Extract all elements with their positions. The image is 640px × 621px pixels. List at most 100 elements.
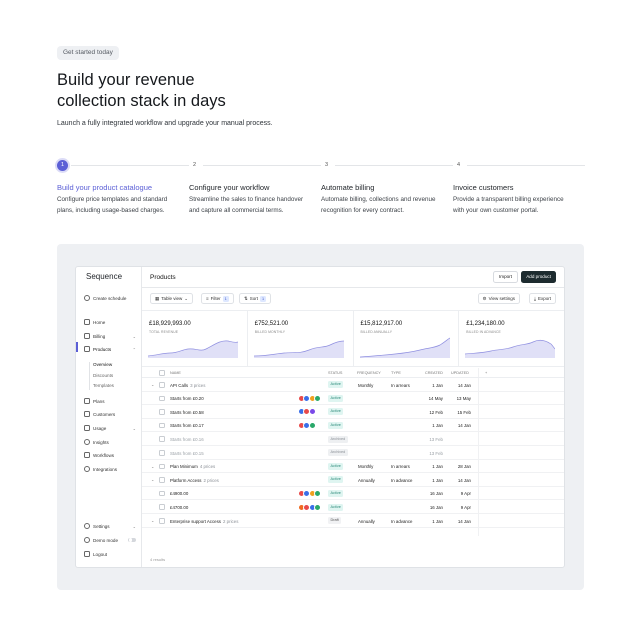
row-checkbox[interactable] bbox=[159, 463, 165, 470]
card-label: TOTAL REVENUE bbox=[149, 330, 179, 334]
select-all-checkbox[interactable] bbox=[159, 370, 165, 376]
table-row[interactable]: Starts from £0.15 Archived 13 Feb bbox=[142, 446, 564, 460]
column-header-status[interactable]: STATUS bbox=[328, 371, 342, 375]
sidebar-item-integrations[interactable]: Integrations bbox=[84, 466, 136, 472]
updated-cell: 14 Jan bbox=[457, 423, 471, 429]
table-row[interactable]: Starts from £0.20 Active 14 May 13 May bbox=[142, 392, 564, 406]
sidebar-item-insights[interactable]: Insights bbox=[84, 439, 136, 445]
sidebar-item-settings[interactable]: Settings ⌄ bbox=[84, 523, 136, 529]
export-button[interactable]: ⤓ Export bbox=[528, 293, 556, 304]
updated-cell: 13 May bbox=[456, 396, 471, 402]
sidebar-subitem-overview[interactable]: Overview bbox=[93, 362, 112, 367]
sidebar-item-plans[interactable]: Plans bbox=[84, 398, 136, 404]
filter-button[interactable]: ≡ Filter 1 bbox=[201, 293, 234, 304]
row-checkbox[interactable] bbox=[159, 436, 165, 442]
sidebar-item-workflows[interactable]: Workflows bbox=[84, 452, 136, 458]
product-name: Enterprise support Access 2 prices bbox=[170, 518, 239, 524]
product-name: Starts from £0.16 bbox=[170, 436, 204, 442]
expand-chevron-icon[interactable]: ⌄ bbox=[151, 382, 154, 387]
row-checkbox[interactable] bbox=[159, 422, 165, 429]
demo-mode-toggle-row[interactable]: Demo mode bbox=[84, 537, 136, 543]
sidebar-item-usage[interactable]: Usage ⌄ bbox=[84, 425, 136, 431]
table-row[interactable]: ⌄ API Calls 3 prices Active Monthly In arrear… bbox=[142, 378, 564, 392]
gear-icon: ⚙ bbox=[482, 296, 487, 301]
expand-chevron-icon[interactable]: ⌄ bbox=[151, 464, 154, 469]
hero-subtitle: Launch a fully integrated workflow and u… bbox=[57, 120, 273, 127]
sidebar-item-home[interactable]: Home bbox=[84, 319, 136, 325]
add-column-button[interactable]: + bbox=[485, 371, 487, 375]
row-checkbox[interactable] bbox=[159, 477, 165, 483]
table-row[interactable]: £4900.00 Active 16 Jan 9 Apr bbox=[142, 487, 564, 501]
expand-chevron-icon[interactable]: ⌄ bbox=[151, 477, 154, 482]
add-product-button[interactable]: Add product bbox=[521, 271, 556, 283]
import-button[interactable]: Import bbox=[492, 271, 518, 283]
updated-cell: 14 Jan bbox=[457, 382, 471, 388]
table-row[interactable]: ⌄ Plan Minimum 4 prices Active Monthly In arr… bbox=[142, 460, 564, 474]
submenu-line bbox=[89, 362, 90, 390]
column-header-created[interactable]: CREATED bbox=[425, 371, 443, 375]
sidebar-item-logout[interactable]: Logout bbox=[84, 551, 136, 557]
filter-label: Filter bbox=[210, 296, 221, 301]
chevron-down-icon: ⌄ bbox=[132, 333, 136, 339]
table-row[interactable]: Starts from £0.58 Active 12 Feb 15 Feb bbox=[142, 405, 564, 419]
status-badge: Active bbox=[328, 489, 344, 497]
results-count: 4 results bbox=[150, 557, 166, 562]
table-row[interactable]: Starts from £0.16 Archived 13 Feb bbox=[142, 432, 564, 446]
row-checkbox[interactable] bbox=[159, 490, 165, 497]
created-cell: 1 Jan bbox=[432, 477, 443, 483]
row-checkbox[interactable] bbox=[159, 518, 165, 524]
top-bar: Products Import Add product bbox=[142, 267, 564, 288]
table-icon: ▦ bbox=[155, 296, 160, 301]
customers-icon bbox=[84, 411, 90, 417]
row-checkbox[interactable] bbox=[159, 382, 165, 388]
column-header-frequency[interactable]: FREQUENCY bbox=[357, 371, 381, 375]
integration-logo-icon bbox=[308, 421, 316, 429]
table-view-button[interactable]: ▦ Table view ⌄ bbox=[150, 293, 194, 304]
view-settings-button[interactable]: ⚙ View settings bbox=[477, 293, 520, 304]
table-row[interactable]: Starts from £0.17 Active 1 Jan 14 Jan bbox=[142, 419, 564, 433]
updated-cell: 14 Jan bbox=[457, 518, 471, 524]
page-title: Products bbox=[150, 274, 176, 281]
sidebar-item-label: Logout bbox=[93, 551, 108, 557]
create-schedule-button[interactable]: Create schedule bbox=[84, 295, 126, 301]
table-row[interactable]: £4700.00 Active 16 Jan 9 Apr bbox=[142, 500, 564, 514]
column-header-updated[interactable]: UPDATED bbox=[451, 371, 469, 375]
card-label: BILLED ANNUALLY bbox=[360, 330, 393, 334]
row-checkbox[interactable] bbox=[159, 395, 165, 402]
column-header-type[interactable]: TYPE bbox=[391, 371, 401, 375]
expand-chevron-icon[interactable]: ⌄ bbox=[151, 518, 154, 523]
row-checkbox[interactable] bbox=[159, 450, 165, 456]
frequency-cell: Annually bbox=[358, 518, 375, 524]
chevron-down-icon: ⌄ bbox=[132, 425, 136, 431]
sidebar-item-customers[interactable]: Customers bbox=[84, 411, 136, 417]
sidebar-item-products[interactable]: Products ⌃ bbox=[84, 346, 136, 352]
sparkline-chart bbox=[465, 339, 556, 358]
product-name: Starts from £0.15 bbox=[170, 450, 204, 456]
sidebar-subitem-templates[interactable]: Templates bbox=[93, 383, 114, 388]
product-name: Starts from £0.20 bbox=[170, 396, 204, 402]
demo-mode-toggle[interactable] bbox=[128, 537, 136, 543]
hero-title: Build your revenue collection stack in d… bbox=[57, 71, 226, 110]
app-logo: Sequence bbox=[86, 272, 123, 281]
sidebar-subitem-discounts[interactable]: Discounts bbox=[93, 373, 113, 378]
step-description: Configure price templates and standard p… bbox=[57, 196, 168, 214]
step-description: Provide a transparent billing experience… bbox=[453, 196, 564, 214]
filter-count-badge: 1 bbox=[222, 295, 229, 302]
row-checkbox[interactable] bbox=[159, 504, 165, 510]
integration-icons bbox=[297, 503, 321, 511]
updated-cell: 28 Jan bbox=[457, 464, 471, 470]
sidebar-item-billing[interactable]: Billing ⌄ bbox=[84, 333, 136, 339]
sort-button[interactable]: ⇅ Sort 1 bbox=[239, 293, 272, 304]
table-row[interactable]: ⌄ Platform Access 2 prices Active Annually In… bbox=[142, 473, 564, 487]
sidebar-item-label: Home bbox=[93, 319, 106, 325]
table-view-label: Table view bbox=[161, 296, 183, 301]
product-name: Starts from £0.17 bbox=[170, 423, 204, 429]
column-header-name[interactable]: NAME bbox=[170, 371, 181, 375]
gear-icon bbox=[84, 523, 90, 529]
type-cell: In arrears bbox=[391, 464, 410, 470]
status-badge: Active bbox=[328, 462, 344, 470]
sparkline-chart bbox=[359, 337, 450, 358]
row-checkbox[interactable] bbox=[159, 409, 165, 415]
table-row[interactable]: ⌄ Enterprise support Access 2 prices Draft A… bbox=[142, 514, 564, 528]
box-icon bbox=[84, 346, 90, 352]
